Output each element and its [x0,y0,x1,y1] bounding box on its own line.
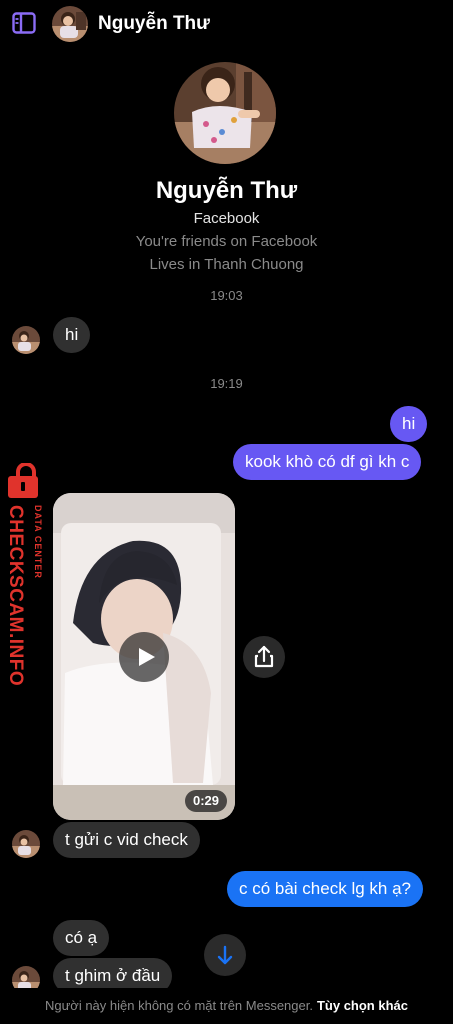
watermark-main-text: CHECKSCAM.INFO [5,505,26,687]
share-icon[interactable] [243,636,285,678]
avatar[interactable] [12,830,40,858]
footer-status-text: Người này hiện không có mặt trên Messeng… [44,998,313,1013]
timestamp: 19:19 [210,376,243,391]
message-bubble-incoming[interactable]: có ạ [53,920,110,956]
profile-name: Nguyễn Thư [155,177,298,204]
scroll-down-button[interactable] [204,934,246,976]
more-options-link[interactable]: Tùy chọn khác [317,998,408,1013]
message-bubble-outgoing[interactable]: hi [390,406,428,442]
video-message[interactable]: 0:29 [53,493,235,820]
watermark: CHECKSCAM.INFO DATA CENTER [2,462,48,687]
message-bubble-outgoing[interactable]: kook khò có df gì kh c [233,444,422,480]
header-avatar[interactable] [52,6,88,42]
message-bubble-incoming[interactable]: hi [53,317,91,353]
profile-friends-status: You're friends on Facebook [135,233,318,250]
arrow-down-icon [217,945,233,965]
chat-header: Nguyễn Thư [0,0,453,48]
status-footer: Người này hiện không có mặt trên Messeng… [0,988,453,1024]
header-contact-name[interactable]: Nguyễn Thư [98,13,210,35]
watermark-sub-text: DATA CENTER [33,505,43,579]
lock-icon [4,462,48,499]
video-duration: 0:29 [184,790,227,812]
profile-source: Facebook [193,210,260,227]
avatar[interactable] [12,326,40,354]
message-bubble-incoming[interactable]: t gửi c vid check [53,822,200,858]
play-icon[interactable] [119,632,169,682]
sidebar-icon[interactable] [12,12,36,34]
profile-location: Lives in Thanh Chuong [149,256,304,273]
message-bubble-outgoing[interactable]: c có bài check lg kh ạ? [227,871,423,907]
timestamp: 19:03 [210,288,243,303]
profile-avatar[interactable] [174,62,276,164]
